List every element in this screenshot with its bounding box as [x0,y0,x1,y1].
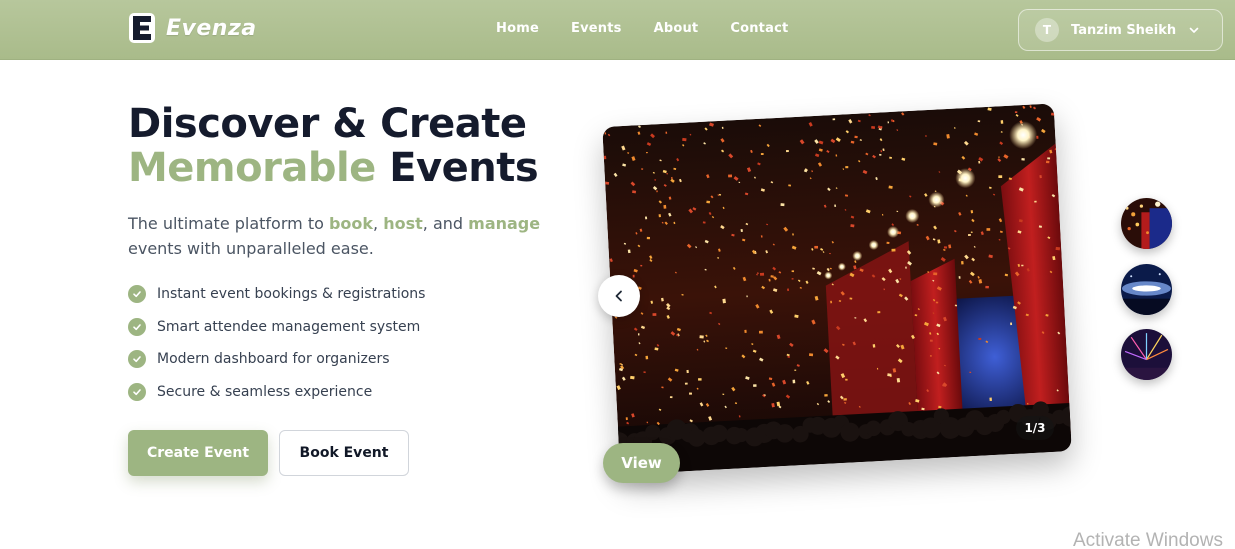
subtitle-host: host [383,214,423,233]
headline-line-1: Discover & Create [128,101,527,147]
navbar: Evenza Home Events About Contact T Tanzi… [0,0,1235,60]
slide-thumbnail-3[interactable] [1121,329,1172,380]
brand-name: Evenza [166,15,257,41]
main-nav: Home Events About Contact [496,21,788,36]
nav-events-link[interactable]: Events [571,21,622,36]
subtitle-pre: The ultimate platform to [128,214,329,233]
e-logo-icon [129,13,155,43]
feature-text: Instant event bookings & registrations [157,286,426,302]
headline-accent: Memorable [128,145,376,191]
concert-confetti-image [602,103,1072,475]
feature-text: Secure & seamless experience [157,383,373,400]
carousel-slide-image [602,103,1072,475]
chevron-left-icon [615,290,622,302]
activate-windows-watermark: Activate Windows [1073,530,1223,549]
slide-thumbnail-2[interactable] [1121,264,1172,315]
check-icon [128,350,146,368]
check-icon [128,317,146,336]
check-icon [128,382,146,401]
nav-about-link[interactable]: About [654,21,699,36]
subtitle-sep-2: , and [422,214,469,233]
thumbnail-confetti-image [1121,198,1172,249]
subtitle-book: book [328,214,374,233]
slide-thumbnail-1[interactable] [1121,198,1172,249]
feature-text: Modern dashboard for organizers [157,351,390,367]
feature-text: Smart attendee management system [157,318,421,335]
previous-slide-button[interactable] [598,275,640,317]
feature-item: Modern dashboard for organizers [128,350,425,368]
user-name: Tanzim Sheikh [1071,22,1177,38]
slide-counter: 1/3 [1016,416,1054,440]
subtitle-sep-1: , [373,214,384,233]
nav-contact-link[interactable]: Contact [730,21,788,36]
headline-rest: Events [375,145,539,191]
nav-home-link[interactable]: Home [496,21,539,36]
feature-item: Secure & seamless experience [128,382,425,401]
create-event-button[interactable]: Create Event [128,430,268,476]
chevron-down-icon [1189,27,1199,33]
hero-headline: Discover & Create Memorable Events [128,101,539,191]
feature-item: Instant event bookings & registrations [128,285,425,303]
feature-list: Instant event bookings & registrations S… [128,285,425,415]
subtitle-manage: manage [468,214,541,233]
thumbnail-fireworks-image [1121,329,1172,380]
user-menu-button[interactable]: T Tanzim Sheikh [1018,9,1223,51]
avatar: T [1035,18,1059,42]
check-icon [128,285,146,303]
book-event-button[interactable]: Book Event [279,430,409,476]
thumbnail-concert-lights-image [1121,264,1172,315]
brand[interactable]: Evenza [128,12,257,44]
subtitle-post: events with unparalleled ease. [128,239,374,258]
feature-item: Smart attendee management system [128,317,425,336]
view-event-button[interactable]: View [603,443,680,483]
hero-subtitle: The ultimate platform to book, host, and… [128,211,578,261]
